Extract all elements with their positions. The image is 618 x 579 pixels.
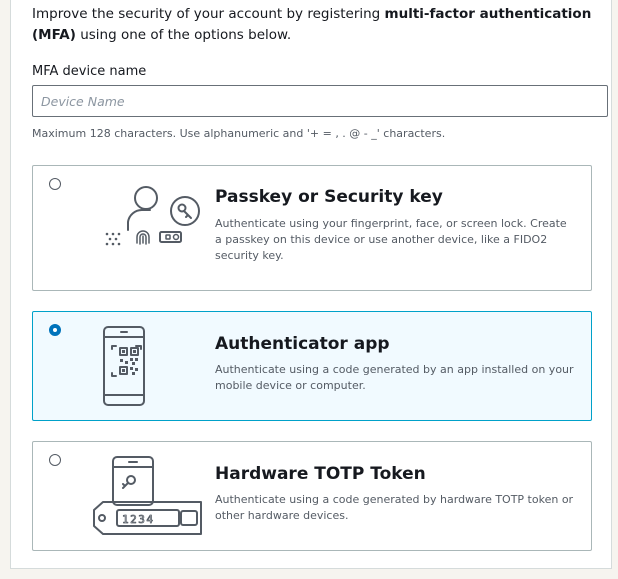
option-hardware-totp-title: Hardware TOTP Token bbox=[215, 464, 426, 484]
radio-authenticator-app[interactable] bbox=[49, 324, 61, 336]
radio-passkey[interactable] bbox=[49, 178, 61, 190]
option-authenticator-app-description: Authenticate using a code generated by a… bbox=[215, 363, 574, 392]
device-name-input[interactable] bbox=[32, 85, 608, 117]
intro-text-end: using one of the options below. bbox=[75, 27, 292, 43]
option-hardware-totp[interactable]: 1234 Hardware TOTP Token Authenticate us… bbox=[32, 441, 592, 551]
option-passkey[interactable]: Passkey or Security key Authenticate usi… bbox=[32, 165, 592, 291]
passkey-icon bbox=[105, 186, 200, 246]
intro-text-start: Improve the security of your account by … bbox=[32, 6, 385, 22]
option-passkey-description: Authenticate using your fingerprint, fac… bbox=[215, 217, 567, 262]
mfa-registration-panel: Improve the security of your account by … bbox=[10, 0, 612, 569]
hardware-token-icon: 1234 bbox=[93, 456, 202, 535]
token-display-digits: 1234 bbox=[122, 513, 155, 526]
option-passkey-title: Passkey or Security key bbox=[215, 187, 443, 207]
device-name-hint: Maximum 128 characters. Use alphanumeric… bbox=[32, 127, 446, 140]
option-hardware-totp-description: Authenticate using a code generated by h… bbox=[215, 493, 574, 522]
device-name-label: MFA device name bbox=[32, 64, 147, 79]
option-authenticator-app[interactable]: Authenticator app Authenticate using a c… bbox=[32, 311, 592, 421]
option-authenticator-app-title: Authenticator app bbox=[215, 334, 390, 354]
authenticator-app-icon bbox=[103, 326, 145, 406]
intro-text: Improve the security of your account by … bbox=[32, 4, 602, 46]
radio-hardware-totp[interactable] bbox=[49, 454, 61, 466]
